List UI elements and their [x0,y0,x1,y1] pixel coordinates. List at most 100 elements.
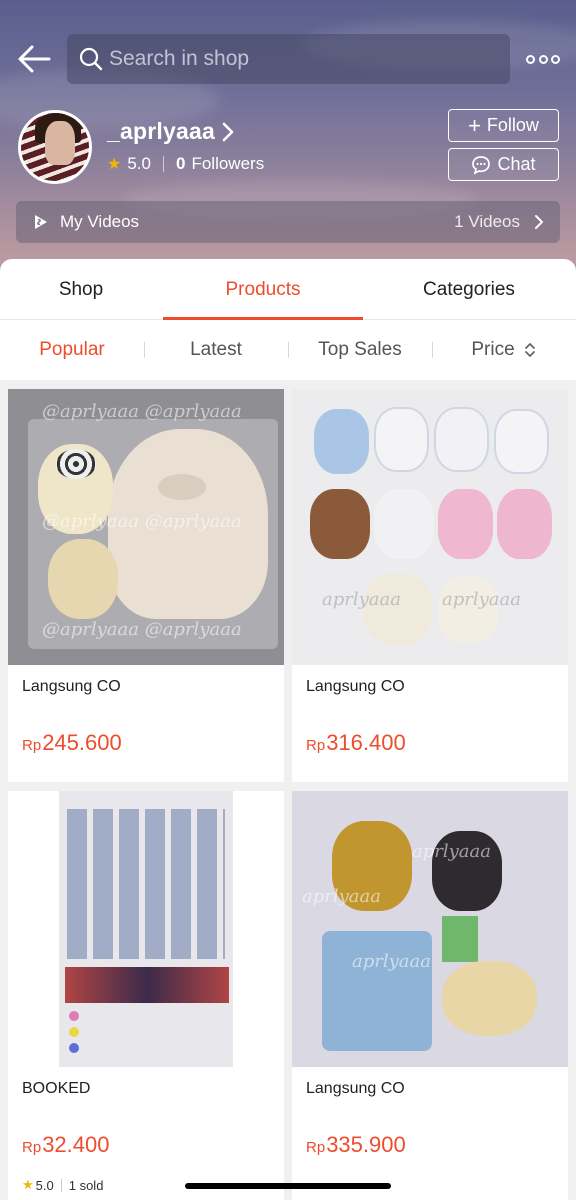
chat-bubble-icon [472,155,491,175]
watermark: @aprlyaaa @aprlyaaa [42,511,242,532]
legend-dot [69,1011,79,1021]
more-icon-dot [538,54,548,64]
my-videos-bar[interactable]: My Videos 1 Videos [16,201,560,243]
product-title: Langsung CO [306,678,405,695]
price-currency: Rp [306,1139,326,1156]
chevron-right-icon [535,215,544,229]
price-value: 316.400 [326,730,406,755]
chat-label: Chat [497,154,536,174]
product-title: Langsung CO [306,1080,405,1097]
avatar-face [45,121,75,165]
watermark: aprlyaaa [302,886,381,907]
tab-shop[interactable]: Shop [0,259,177,320]
followers-label: Followers [191,154,265,173]
plush-pink [497,489,552,559]
plus-icon: + [468,112,481,138]
plush-snout [158,474,206,500]
product-image: aprlyaaa aprlyaaa [292,389,568,665]
product-image [8,791,284,1067]
product-rating: 5.0 [35,1177,54,1193]
top-bar [0,34,576,84]
product-image: aprlyaaa aprlyaaa aprlyaaa [292,791,568,1067]
plush-white [374,489,434,559]
product-title: BOOKED [22,1080,91,1097]
watermark: aprlyaaa [352,951,431,972]
tab-categories[interactable]: Categories [373,259,565,320]
watermark: @aprlyaaa @aprlyaaa [42,401,242,422]
tab-products[interactable]: Products [167,259,359,320]
sort-price-label: Price [471,339,515,360]
watermark: @aprlyaaa @aprlyaaa [42,619,242,640]
product-card[interactable]: @aprlyaaa @aprlyaaa @aprlyaaa @aprlyaaa … [8,389,284,782]
sort-top-sales[interactable]: Top Sales [288,321,432,379]
plush-white [494,409,549,474]
price-value: 245.600 [42,730,122,755]
product-image: @aprlyaaa @aprlyaaa @aprlyaaa @aprlyaaa … [8,389,284,665]
shop-tabs: Shop Products Categories [0,259,576,320]
tabs-panel: Shop Products Categories Popular Latest … [0,259,576,380]
followers-count: 0 [175,154,186,173]
search-box[interactable] [67,34,510,84]
product-price: Rp 32.400 [22,1132,109,1158]
price-value: 32.400 [42,1132,110,1157]
product-card[interactable]: aprlyaaa aprlyaaa Langsung CO Rp 316.400 [292,389,568,782]
legend-dot [69,1027,79,1037]
price-currency: Rp [306,737,326,754]
home-indicator[interactable] [185,1183,391,1189]
my-videos-label: My Videos [60,212,140,231]
shop-name[interactable]: _aprlyaaa [107,118,215,145]
chevron-right-icon[interactable] [220,121,236,143]
product-price: Rp 245.600 [22,730,122,756]
shop-stats: ★ 5.0 0 Followers [107,154,264,174]
avatar[interactable] [18,110,92,184]
product-meta: ★ 5.0 1 sold [22,1177,103,1193]
search-input[interactable] [109,47,489,71]
shop-header: _aprlyaaa ★ 5.0 0 Followers + Follow Cha… [0,0,576,290]
star-icon: ★ [107,156,122,173]
photocards-grid [67,809,225,959]
product-card[interactable]: aprlyaaa aprlyaaa aprlyaaa Langsung CO R… [292,791,568,1200]
sort-bar: Popular Latest Top Sales Price [0,321,576,379]
more-icon-dot [551,54,560,64]
price-currency: Rp [22,737,42,754]
follow-label: Follow [486,115,539,135]
star-icon: ★ [22,1177,34,1192]
watermark: aprlyaaa [412,841,491,862]
watermark: aprlyaaa [442,589,521,610]
plush-brown [310,489,370,559]
plush-spots [56,449,96,479]
product-sold: 1 sold [68,1177,104,1193]
sort-updown-icon [524,343,535,357]
divider [162,156,164,172]
search-icon [79,47,103,71]
divider [60,1178,62,1192]
back-arrow-icon [18,45,51,73]
price-value: 335.900 [326,1132,406,1157]
plush-blue-bag [322,931,432,1051]
follow-button[interactable]: + Follow [448,109,559,142]
more-button[interactable] [526,50,560,68]
videos-count: 1 Videos [454,212,520,231]
legend-dot [69,1043,79,1053]
price-currency: Rp [22,1139,42,1156]
plush-cream [438,577,498,643]
plush-cream [442,961,537,1036]
plush-pink [438,489,493,559]
video-icon [35,215,47,229]
active-tab-indicator [163,317,363,320]
chat-button[interactable]: Chat [448,148,559,181]
product-price: Rp 316.400 [306,730,406,756]
sort-popular[interactable]: Popular [0,321,144,379]
sort-latest[interactable]: Latest [144,321,288,379]
product-title: Langsung CO [22,678,121,695]
plush-white [434,407,489,472]
watermark: aprlyaaa [322,589,401,610]
photocard-binder [59,791,233,1067]
photocards-row [65,967,229,1003]
back-button[interactable] [16,42,52,76]
product-price: Rp 335.900 [306,1132,406,1158]
plush-white [374,407,429,472]
product-card[interactable]: BOOKED Rp 32.400 ★ 5.0 1 sold [8,791,284,1200]
sort-price[interactable]: Price [432,321,576,379]
shop-rating: 5.0 [127,154,151,173]
